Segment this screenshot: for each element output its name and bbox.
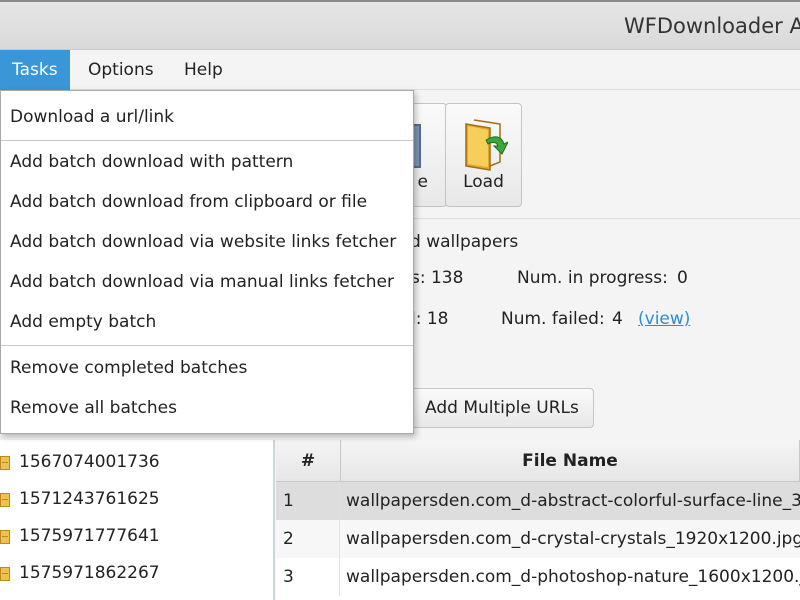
menu-options[interactable]: Options (76, 50, 166, 90)
menu-item-batch-clipboard[interactable]: Add batch download from clipboard or fil… (1, 184, 413, 220)
app-window: WFDownloader A Tasks Options Help e Load… (0, 0, 800, 600)
batch-list-item-label: 1575971777641 (19, 526, 160, 546)
menu-item-batch-manual-fetcher[interactable]: Add batch download via manual links fetc… (1, 264, 413, 300)
table-row[interactable]: 2 wallpapersden.com_d-crystal-crystals_1… (276, 520, 800, 558)
file-table: # File Name 1 wallpapersden.com_d-abstra… (276, 440, 800, 600)
batch-list-item-label: 1571243761625 (19, 489, 160, 509)
batch-icon (0, 567, 10, 581)
row-number: 2 (276, 520, 340, 558)
batch-name: d wallpapers (410, 232, 519, 252)
table-row[interactable]: 1 wallpapersden.com_d-abstract-colorful-… (276, 482, 800, 520)
menu-item-remove-completed[interactable]: Remove completed batches (1, 350, 413, 386)
in-progress-label: Num. in progress: (517, 268, 668, 288)
batch-list-item[interactable]: 1575971862267 (0, 559, 275, 589)
tasks-dropdown-menu: Download a url/link Add batch download w… (0, 90, 414, 434)
load-button-label: Load (463, 172, 504, 192)
menu-item-batch-pattern[interactable]: Add batch download with pattern (1, 144, 413, 180)
load-button[interactable]: Load (445, 103, 522, 207)
menu-item-empty-batch[interactable]: Add empty batch (1, 304, 413, 340)
row-file-name: wallpapersden.com_d-crystal-crystals_192… (346, 529, 800, 549)
title-bar: WFDownloader A (0, 0, 800, 50)
menu-bar: Tasks Options Help (0, 50, 800, 90)
row-number: 3 (276, 558, 340, 596)
failed-value: 4 (612, 309, 623, 329)
batch-list-item[interactable]: 1567074001736 (0, 448, 275, 478)
total-count: s: 138 (411, 268, 464, 288)
batch-list-item[interactable]: 1571243761625 (0, 485, 275, 515)
window-title: WFDownloader A (624, 14, 800, 38)
column-header-number[interactable]: # (276, 440, 341, 482)
row-number: 1 (276, 482, 340, 520)
batch-list-item-label: 1567074001736 (19, 452, 160, 472)
row-file-name: wallpapersden.com_d-photoshop-nature_160… (346, 567, 800, 587)
view-failed-link[interactable]: (view) (638, 309, 690, 329)
row-file-name: wallpapersden.com_d-abstract-colorful-su… (346, 491, 800, 511)
menu-item-batch-website-fetcher[interactable]: Add batch download via website links fet… (1, 224, 413, 260)
menu-separator (1, 345, 413, 346)
menu-separator (1, 140, 413, 141)
completed-count: l: 18 (411, 309, 449, 329)
batch-icon (0, 530, 10, 544)
menu-tasks[interactable]: Tasks (0, 50, 70, 90)
menu-item-remove-all[interactable]: Remove all batches (1, 390, 413, 426)
menu-item-download-url[interactable]: Download a url/link (1, 99, 413, 135)
add-multiple-urls-button[interactable]: Add Multiple URLs (410, 388, 594, 428)
batch-list: 1567074001736 1571243761625 157597177764… (0, 440, 275, 600)
failed-label: Num. failed: (501, 309, 605, 329)
table-row[interactable]: 3 wallpapersden.com_d-photoshop-nature_1… (276, 558, 800, 596)
in-progress-value: 0 (677, 268, 688, 288)
batch-list-item-label: 1575971862267 (19, 563, 160, 583)
folder-green-arrow-icon (465, 119, 508, 171)
batch-icon (0, 493, 10, 507)
batch-icon (0, 456, 10, 470)
column-header-file-name[interactable]: File Name (341, 440, 800, 482)
menu-help[interactable]: Help (172, 50, 235, 90)
batch-list-item[interactable]: 1575971777641 (0, 522, 275, 552)
